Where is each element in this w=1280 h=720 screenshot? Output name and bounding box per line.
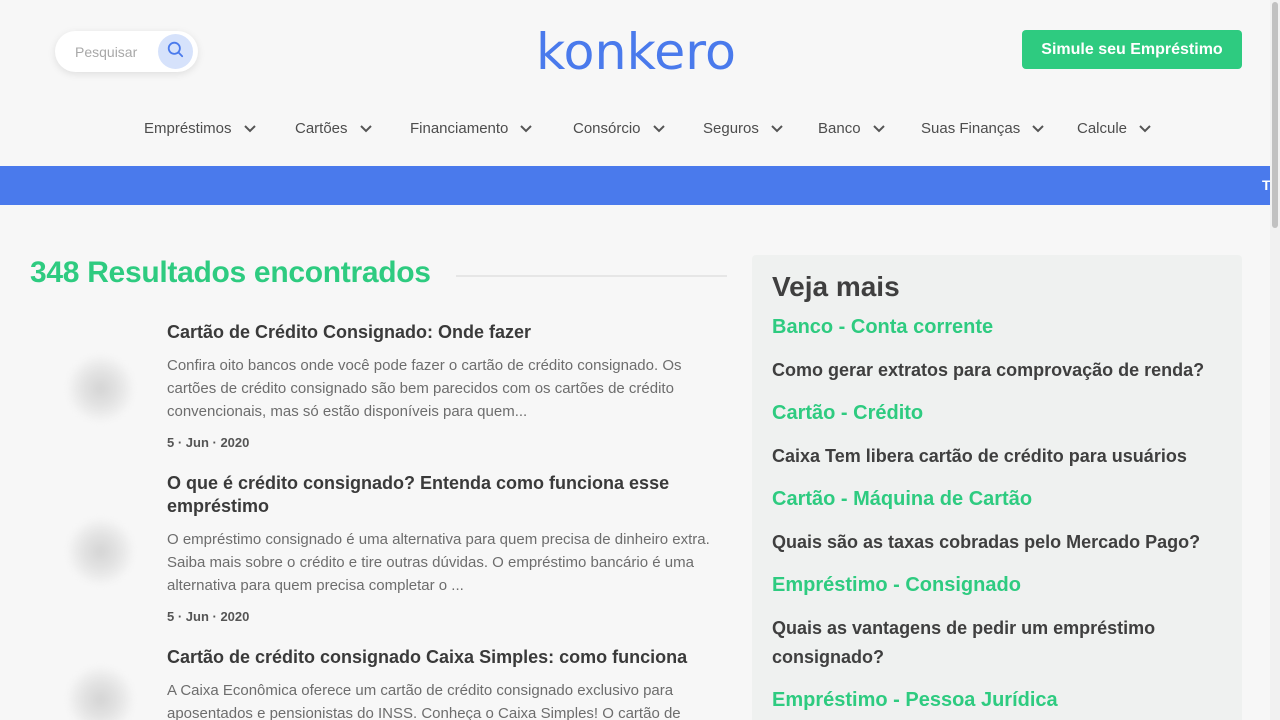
search-button[interactable] [158,34,193,69]
chevron-down-icon [872,124,885,132]
sidebar-title: Veja mais [772,271,900,302]
article-item[interactable]: O que é crédito consignado? Entenda como… [30,471,730,631]
chevron-down-icon [1139,124,1151,132]
chevron-down-icon [1032,124,1044,132]
scrollbar-thumb[interactable] [1272,2,1278,228]
sidebar-category[interactable]: Empréstimo - Consignado [772,574,1021,597]
article-excerpt: Confira oito bancos onde você pode fazer… [167,357,682,420]
article-excerpt: O empréstimo consignado é uma alternativ… [167,531,710,594]
chevron-down-icon [520,124,533,132]
konkero-logo[interactable]: konkero [536,22,740,78]
nav-item-label: Cartões [295,120,348,137]
chevron-down-icon [243,124,256,132]
search-icon [167,41,184,63]
sidebar-link[interactable]: Quais as vantagens de pedir um empréstim… [772,614,1212,672]
sidebar-category[interactable]: Banco - Conta corrente [772,316,993,339]
nav-item-label: Calcule [1077,120,1128,137]
sidebar-category[interactable]: Cartão - Crédito [772,402,923,425]
search-input[interactable] [75,43,170,60]
announcement-banner[interactable]: T [0,166,1280,205]
article-item[interactable]: Cartão de Crédito Consignado: Onde fazer… [30,320,730,460]
nav-item-consorcio[interactable]: Consórcio [573,120,666,137]
nav-item-label: Suas Finanças [921,120,1021,137]
article-thumbnail[interactable] [68,519,133,584]
simulate-loan-button[interactable]: Simule seu Empréstimo [1022,30,1242,69]
nav-item-suas-financas[interactable]: Suas Finanças [921,120,1045,137]
see-more-sidebar: Veja mais Banco - Conta corrente Como ge… [752,255,1242,720]
sidebar-link[interactable]: Caixa Tem libera cartão de crédito para … [772,442,1212,471]
chevron-down-icon [771,124,783,132]
nav-item-label: Empréstimos [144,120,232,137]
nav-item-label: Seguros [703,120,759,137]
sidebar-link[interactable]: Quais são as taxas cobradas pelo Mercado… [772,528,1212,557]
article-title[interactable]: Cartão de crédito consignado Caixa Simpl… [167,646,727,669]
nav-item-seguros[interactable]: Seguros [703,120,784,137]
chevron-down-icon [359,124,372,132]
article-thumbnail[interactable] [68,356,133,421]
divider [456,275,727,277]
nav-item-label: Banco [818,120,861,137]
main-nav: Empréstimos Cartões Financiamento Consór… [0,120,1280,144]
svg-text:konkero: konkero [536,23,736,78]
nav-item-banco[interactable]: Banco [818,120,886,137]
sidebar-category[interactable]: Empréstimo - Pessoa Jurídica [772,689,1058,712]
nav-item-calcule[interactable]: Calcule [1077,120,1152,137]
article-title[interactable]: Cartão de Crédito Consignado: Onde fazer [167,321,727,344]
article-date: 5 · Jun · 2020 [167,609,250,624]
nav-item-label: Financiamento [410,120,509,137]
article-excerpt: A Caixa Econômica oferece um cartão de c… [167,682,681,720]
page-scrollbar[interactable] [1270,0,1280,720]
sidebar-category[interactable]: Cartão - Máquina de Cartão [772,488,1032,511]
article-date: 5 · Jun · 2020 [167,435,250,450]
chevron-down-icon [652,124,665,132]
nav-item-label: Consórcio [573,120,641,137]
article-title[interactable]: O que é crédito consignado? Entenda como… [167,472,727,518]
nav-item-cartoes[interactable]: Cartões [295,120,373,137]
results-title: 348 Resultados encontrados [30,256,431,289]
nav-item-emprestimos[interactable]: Empréstimos [144,120,257,137]
sidebar-link[interactable]: Como gerar extratos para comprovação de … [772,356,1212,385]
search-box[interactable] [55,31,198,72]
article-item[interactable]: Cartão de crédito consignado Caixa Simpl… [30,645,730,720]
article-thumbnail[interactable] [68,667,133,720]
nav-item-financiamento[interactable]: Financiamento [410,120,533,137]
